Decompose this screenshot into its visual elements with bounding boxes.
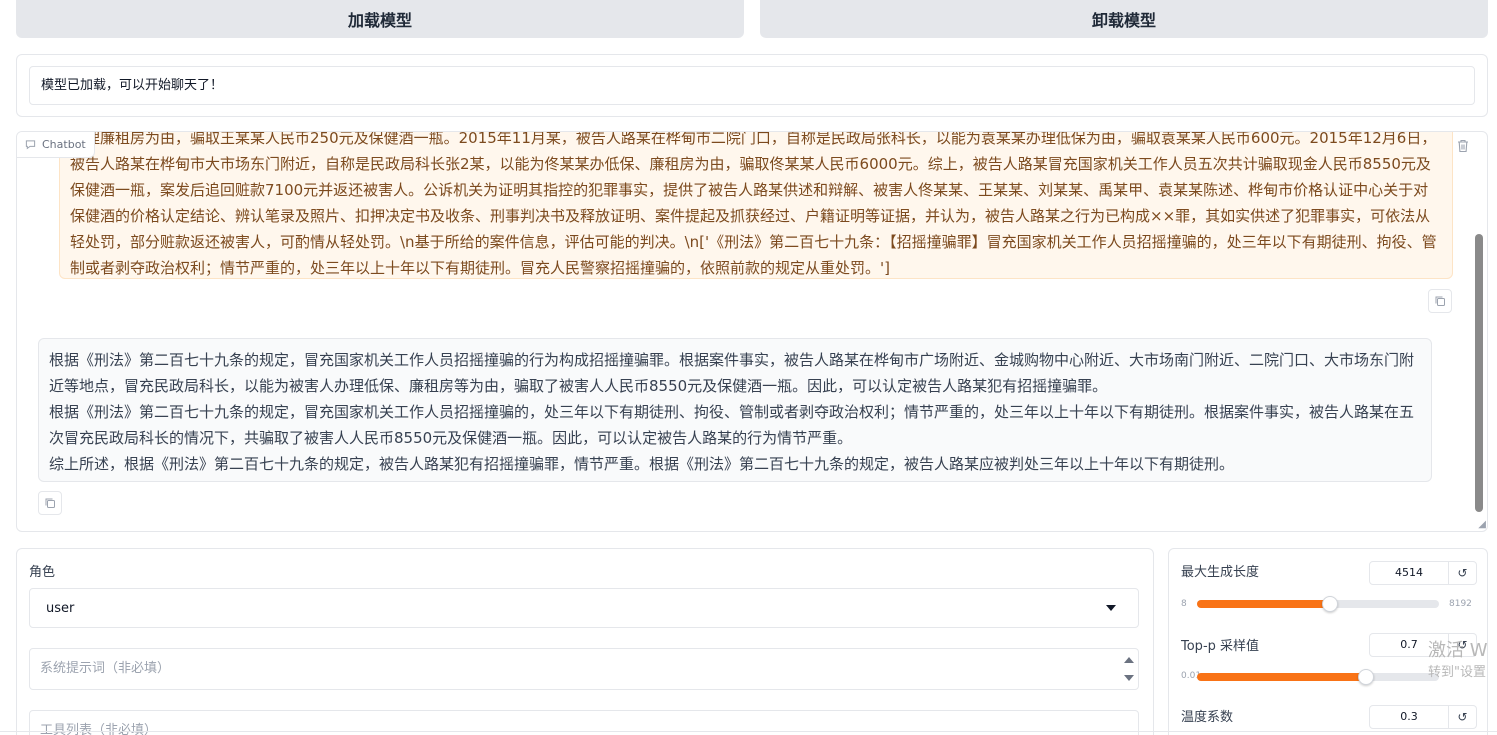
status-textbox[interactable]: 模型已加载，可以开始聊天了！ xyxy=(29,66,1475,105)
max-length-label: 最大生成长度 xyxy=(1181,565,1260,580)
input-panel: 角色 user 系统提示词（非必填） 工具列表（非必填） xyxy=(16,548,1154,735)
status-block: 模型已加载，可以开始聊天了！ xyxy=(16,54,1488,117)
os-activation-watermark: 激活 W 转到"设置 xyxy=(1428,640,1488,684)
temperature-input[interactable]: 0.3 xyxy=(1369,705,1449,729)
chat-scrollbar-thumb[interactable] xyxy=(1475,234,1483,512)
chatbot-label: Chatbot xyxy=(17,132,95,158)
bot-message: 根据《刑法》第二百七十九条的规定，冒充国家机关工作人员招摇撞骗的行为构成招摇撞骗… xyxy=(38,338,1432,482)
role-select[interactable]: user xyxy=(29,588,1139,628)
top-p-slider-fill xyxy=(1197,673,1367,681)
load-model-button[interactable]: 加载模型 xyxy=(16,0,744,38)
scroll-down-icon[interactable] xyxy=(1124,675,1134,681)
temperature-reset-icon[interactable]: ↺ xyxy=(1449,705,1477,729)
max-length-min: 8 xyxy=(1181,599,1187,609)
scroll-up-icon[interactable] xyxy=(1124,657,1134,663)
top-p-label: Top-p 采样值 xyxy=(1181,639,1260,654)
chatbot-panel: Chatbot 办理廉租房为由，骗取王某某人民币250元及保健酒一瓶。2015年… xyxy=(16,131,1488,532)
max-length-max: 8192 xyxy=(1449,599,1472,609)
max-length-slider-thumb[interactable] xyxy=(1322,596,1339,612)
max-length-slider[interactable] xyxy=(1197,596,1439,612)
role-label: 角色 xyxy=(29,565,56,580)
bot-paragraph: 综上所述，根据《刑法》第二百七十九条的规定，被告人路某犯有招摇撞骗罪，情节严重。… xyxy=(49,455,1235,473)
system-prompt-placeholder: 系统提示词（非必填） xyxy=(40,661,171,676)
top-p-slider-thumb[interactable] xyxy=(1358,669,1375,685)
user-message: 办理廉租房为由，骗取王某某人民币250元及保健酒一瓶。2015年11月某，被告人… xyxy=(59,131,1453,279)
role-select-value: user xyxy=(46,601,75,616)
tools-placeholder: 工具列表（非必填） xyxy=(40,723,158,735)
bot-paragraph: 根据《刑法》第二百七十九条的规定，冒充国家机关工作人员招摇撞骗的行为构成招摇撞骗… xyxy=(49,351,1415,395)
max-length-slider-fill xyxy=(1197,600,1331,608)
chat-icon xyxy=(25,140,36,150)
copy-icon[interactable] xyxy=(38,491,62,515)
resize-grip-icon[interactable]: ◢ xyxy=(1478,520,1486,530)
chat-scrollbar[interactable] xyxy=(1475,134,1483,524)
dropdown-arrow-icon xyxy=(1106,605,1116,611)
trash-icon[interactable] xyxy=(1453,136,1473,156)
max-length-reset-icon[interactable]: ↺ xyxy=(1449,561,1477,585)
unload-model-button[interactable]: 卸载模型 xyxy=(760,0,1488,38)
top-p-slider[interactable] xyxy=(1197,669,1439,685)
max-length-input[interactable]: 4514 xyxy=(1369,561,1449,585)
temperature-label: 温度系数 xyxy=(1181,710,1234,725)
watermark-line2: 转到"设置 xyxy=(1428,665,1486,680)
system-prompt-input[interactable]: 系统提示词（非必填） xyxy=(29,648,1139,690)
user-message-text: 办理廉租房为由，骗取王某某人民币250元及保健酒一瓶。2015年11月某，被告人… xyxy=(70,131,1437,277)
copy-icon[interactable] xyxy=(1428,289,1452,313)
watermark-line1: 激活 W xyxy=(1428,640,1488,661)
bot-paragraph: 根据《刑法》第二百七十九条的规定，冒充国家机关工作人员招摇撞骗的，处三年以下有期… xyxy=(49,403,1415,447)
page-divider xyxy=(0,731,1497,732)
chatbot-label-text: Chatbot xyxy=(42,138,86,151)
